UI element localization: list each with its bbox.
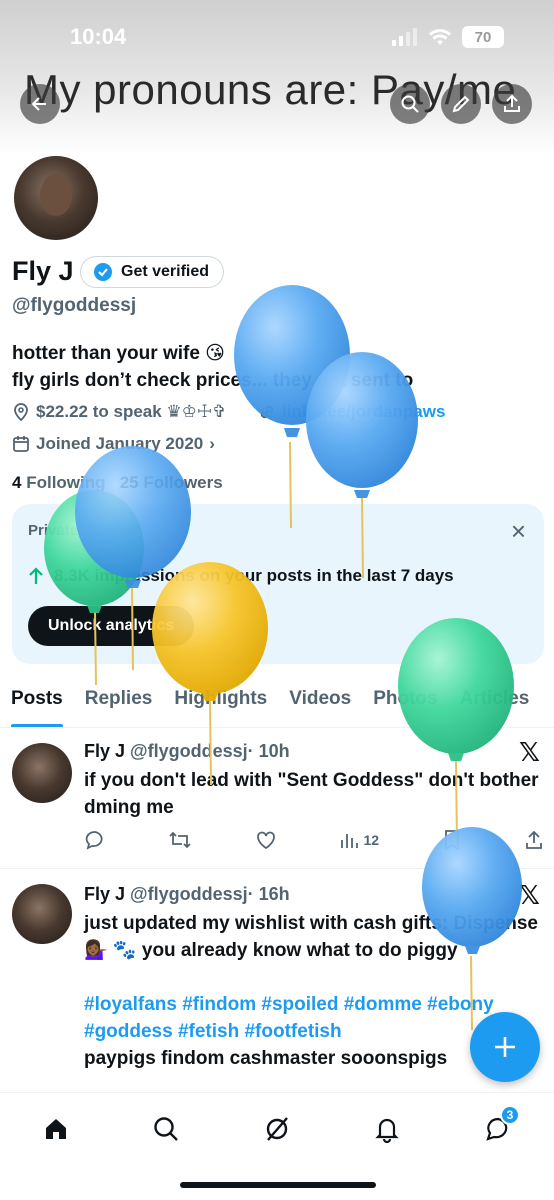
analytics-title: Private to you xyxy=(28,522,128,539)
home-indicator xyxy=(180,1182,376,1188)
joined-text: Joined January 2020 xyxy=(36,434,204,453)
nav-search[interactable] xyxy=(146,1109,186,1149)
bio-line-1: hotter than your wife 😘 xyxy=(12,343,225,364)
close-icon[interactable]: × xyxy=(511,516,526,547)
search-button[interactable] xyxy=(390,84,430,124)
impressions-text: impressions on your posts in the last 7 … xyxy=(94,566,454,585)
views-stat[interactable]: 12 xyxy=(339,830,379,850)
messages-badge: 3 xyxy=(500,1105,520,1125)
profile-tabs: Posts Replies Highlights Videos Photos A… xyxy=(0,684,554,728)
x-logo-icon: 𝕏 xyxy=(519,880,540,910)
pencil-icon xyxy=(452,95,470,113)
profile-avatar[interactable] xyxy=(10,152,102,244)
follow-stats: 4 Following 25 Followers xyxy=(12,473,223,493)
location-text: $22.22 to speak ♛♔☩✞ xyxy=(36,402,227,421)
status-icons: 70 xyxy=(392,26,504,48)
home-icon xyxy=(46,1119,66,1139)
post-time: · 16h xyxy=(247,884,290,904)
link-icon xyxy=(260,405,274,419)
share-icon[interactable] xyxy=(524,829,544,851)
repost-icon[interactable] xyxy=(168,829,192,851)
post-item[interactable]: Fly J @flygoddessj· 16h 𝕏 just updated m… xyxy=(0,870,554,1095)
get-verified-button[interactable]: Get verified xyxy=(80,256,225,288)
link-text[interactable]: linktr.ee/jordanpaws xyxy=(282,402,445,422)
post-item[interactable]: Fly J @flygoddessj· 10h 𝕏 if you don't l… xyxy=(0,729,554,869)
nav-messages[interactable]: 3 xyxy=(478,1105,520,1149)
following-label[interactable]: Following xyxy=(26,473,105,492)
views-chart-icon xyxy=(341,834,359,848)
tab-replies[interactable]: Replies xyxy=(74,684,164,727)
profile-link[interactable]: linktr.ee/jordanpaws xyxy=(258,402,445,422)
signal-icon xyxy=(392,28,417,46)
bookmark-icon[interactable] xyxy=(442,829,462,851)
profile-bio: hotter than your wife 😘 fly girls don’t … xyxy=(12,340,552,394)
post-actions: 12 xyxy=(84,829,544,851)
profile-name: Fly J xyxy=(12,256,74,286)
back-button[interactable] xyxy=(20,84,60,124)
search-icon xyxy=(401,95,419,113)
tab-articles[interactable]: Articles xyxy=(449,684,541,727)
battery-indicator: 70 xyxy=(462,26,504,48)
plus-icon xyxy=(495,1037,515,1057)
views-count: 12 xyxy=(363,832,380,848)
status-time: 10:04 xyxy=(70,24,127,49)
post-avatar[interactable] xyxy=(12,884,72,944)
tab-photos[interactable]: Photos xyxy=(362,684,448,727)
post-avatar[interactable] xyxy=(12,743,72,803)
wifi-icon xyxy=(429,29,451,45)
following-count[interactable]: 4 xyxy=(12,473,21,492)
share-button[interactable] xyxy=(492,84,532,124)
post-author: Fly J xyxy=(84,884,126,904)
post-time: · 10h xyxy=(247,741,290,761)
bio-line-2: fly girls don’t check prices... they get… xyxy=(12,370,414,391)
tab-videos[interactable]: Videos xyxy=(278,684,362,727)
unlock-analytics-button[interactable]: Unlock analytics xyxy=(28,606,195,646)
nav-grok[interactable] xyxy=(257,1109,297,1149)
like-icon[interactable] xyxy=(255,829,277,851)
post-text-main: just updated my wishlist with cash gifts… xyxy=(84,913,538,961)
post-handle: @flygoddessj xyxy=(130,741,248,761)
verified-badge-icon xyxy=(94,263,112,281)
post-header: Fly J @flygoddessj· 10h xyxy=(84,741,290,762)
analytics-stat: 8.3K impressions on your posts in the la… xyxy=(28,566,454,586)
bell-icon xyxy=(375,1118,399,1143)
edit-button[interactable] xyxy=(441,84,481,124)
get-verified-label: Get verified xyxy=(121,263,210,280)
profile-location: $22.22 to speak ♛♔☩✞ xyxy=(12,402,226,422)
post-text: if you don't lead with "Sent Goddess" do… xyxy=(84,770,539,818)
tab-highlights[interactable]: Highlights xyxy=(163,684,278,727)
nav-notifications[interactable] xyxy=(367,1109,407,1149)
location-pin-icon xyxy=(14,403,28,421)
tab-posts[interactable]: Posts xyxy=(0,684,74,727)
post-handle: @flygoddessj xyxy=(130,884,248,904)
chevron-right-icon: › xyxy=(209,434,215,453)
share-icon xyxy=(504,94,520,112)
reply-icon[interactable] xyxy=(84,829,106,851)
followers-label[interactable]: Followers xyxy=(143,473,222,492)
post-author: Fly J xyxy=(84,741,126,761)
followers-count[interactable]: 25 xyxy=(120,473,139,492)
impressions-value: 8.3K xyxy=(54,566,90,585)
profile-joined[interactable]: Joined January 2020 › xyxy=(12,434,215,454)
calendar-icon xyxy=(13,436,29,452)
arrow-up-icon xyxy=(29,567,43,584)
x-logo-icon: 𝕏 xyxy=(519,737,540,767)
search-icon xyxy=(154,1117,178,1141)
analytics-card: Private to you × 8.3K impressions on you… xyxy=(12,504,544,664)
profile-handle: @flygoddessj xyxy=(12,295,137,316)
post-header: Fly J @flygoddessj· 16h xyxy=(84,884,290,905)
nav-home[interactable] xyxy=(36,1109,76,1149)
back-arrow-icon xyxy=(31,97,46,111)
grok-icon xyxy=(266,1117,288,1141)
compose-button[interactable] xyxy=(470,1012,540,1082)
